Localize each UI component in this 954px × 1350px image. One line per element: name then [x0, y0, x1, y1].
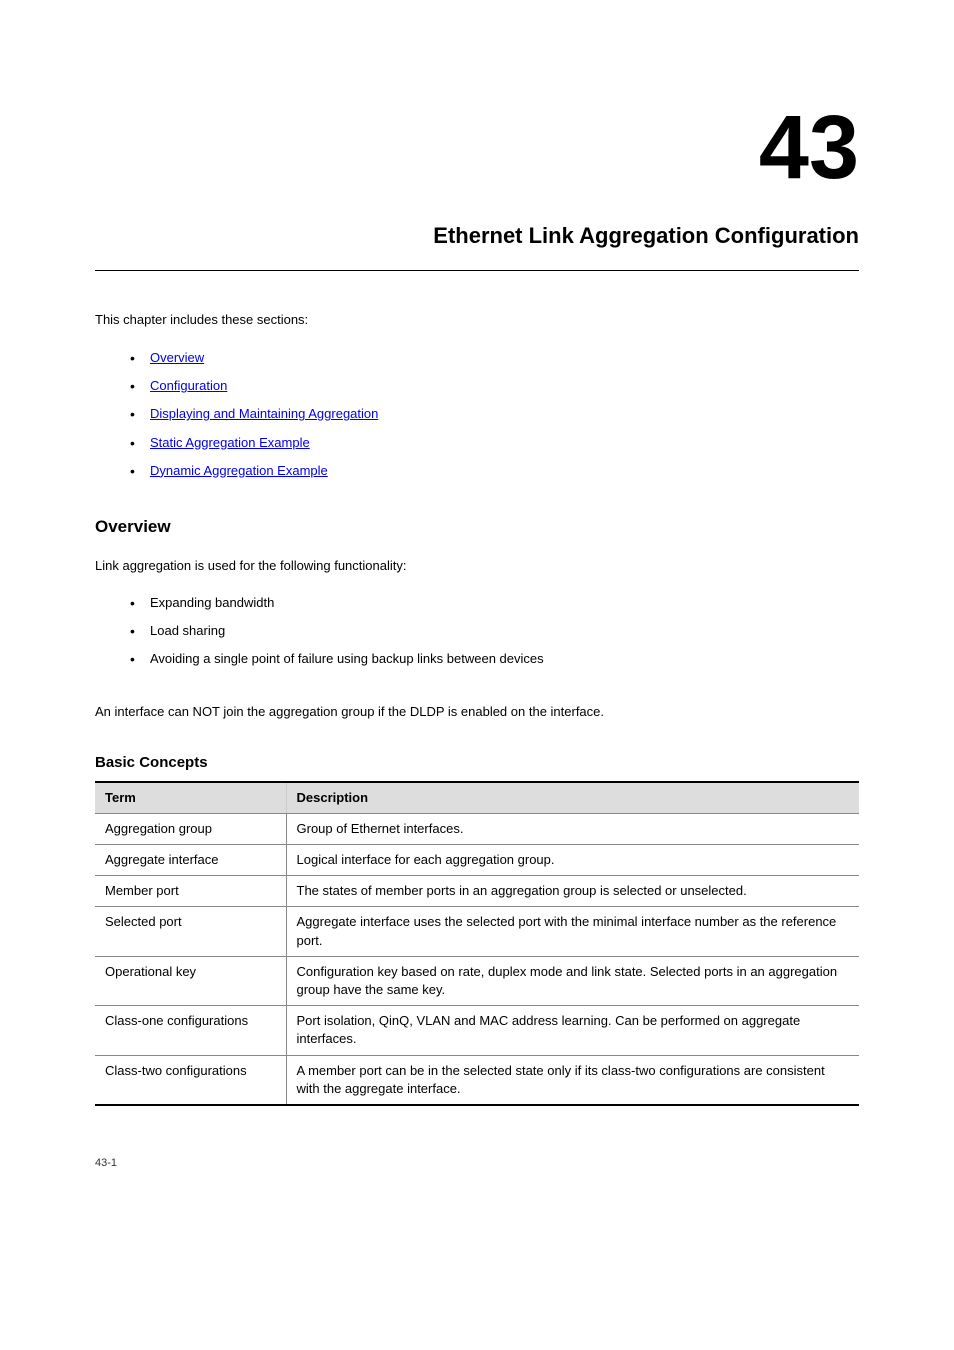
- table-cell-desc: A member port can be in the selected sta…: [286, 1055, 859, 1105]
- toc-intro: This chapter includes these sections:: [95, 311, 859, 329]
- toc-link-configuration[interactable]: Configuration: [150, 378, 227, 393]
- table-cell-desc: The states of member ports in an aggrega…: [286, 876, 859, 907]
- list-item: Expanding bandwidth: [150, 589, 859, 617]
- table-cell-term: Class-two configurations: [95, 1055, 286, 1105]
- table-row: Selected port Aggregate interface uses t…: [95, 907, 859, 956]
- toc-item: Displaying and Maintaining Aggregation: [150, 400, 859, 428]
- list-item: Load sharing: [150, 617, 859, 645]
- overview-list: Expanding bandwidth Load sharing Avoidin…: [95, 589, 859, 674]
- table-cell-term: Aggregate interface: [95, 845, 286, 876]
- table-cell-term: Member port: [95, 876, 286, 907]
- table-row: Member port The states of member ports i…: [95, 876, 859, 907]
- table-header-term: Term: [95, 782, 286, 814]
- table-cell-term: Aggregation group: [95, 813, 286, 844]
- section-heading-overview: Overview: [95, 515, 859, 539]
- toc-link-dynamic-example[interactable]: Dynamic Aggregation Example: [150, 463, 328, 478]
- table-row: Aggregation group Group of Ethernet inte…: [95, 813, 859, 844]
- toc-item: Static Aggregation Example: [150, 429, 859, 457]
- chapter-title: Ethernet Link Aggregation Configuration: [95, 221, 859, 271]
- toc-link-overview[interactable]: Overview: [150, 350, 204, 365]
- concepts-table: Term Description Aggregation group Group…: [95, 781, 859, 1106]
- table-row: Class-one configurations Port isolation,…: [95, 1006, 859, 1055]
- table-row: Operational key Configuration key based …: [95, 956, 859, 1005]
- table-row: Aggregate interface Logical interface fo…: [95, 845, 859, 876]
- table-cell-desc: Port isolation, QinQ, VLAN and MAC addre…: [286, 1006, 859, 1055]
- chapter-number: 43: [95, 85, 859, 211]
- table-cell-desc: Logical interface for each aggregation g…: [286, 845, 859, 876]
- toc-item: Configuration: [150, 372, 859, 400]
- table-cell-term: Class-one configurations: [95, 1006, 286, 1055]
- table-row: Class-two configurations A member port c…: [95, 1055, 859, 1105]
- toc-item: Overview: [150, 344, 859, 372]
- table-cell-desc: Aggregate interface uses the selected po…: [286, 907, 859, 956]
- table-cell-term: Selected port: [95, 907, 286, 956]
- note-paragraph: An interface can NOT join the aggregatio…: [95, 703, 859, 721]
- overview-paragraph: Link aggregation is used for the followi…: [95, 557, 859, 575]
- toc-list: Overview Configuration Displaying and Ma…: [95, 344, 859, 485]
- table-cell-term: Operational key: [95, 956, 286, 1005]
- list-item: Avoiding a single point of failure using…: [150, 645, 859, 673]
- toc-item: Dynamic Aggregation Example: [150, 457, 859, 485]
- table-title: Basic Concepts: [95, 752, 859, 773]
- page-number: 43-1: [95, 1156, 859, 1171]
- table-cell-desc: Configuration key based on rate, duplex …: [286, 956, 859, 1005]
- toc-link-static-example[interactable]: Static Aggregation Example: [150, 435, 310, 450]
- table-cell-desc: Group of Ethernet interfaces.: [286, 813, 859, 844]
- table-header-description: Description: [286, 782, 859, 814]
- toc-link-displaying[interactable]: Displaying and Maintaining Aggregation: [150, 406, 378, 421]
